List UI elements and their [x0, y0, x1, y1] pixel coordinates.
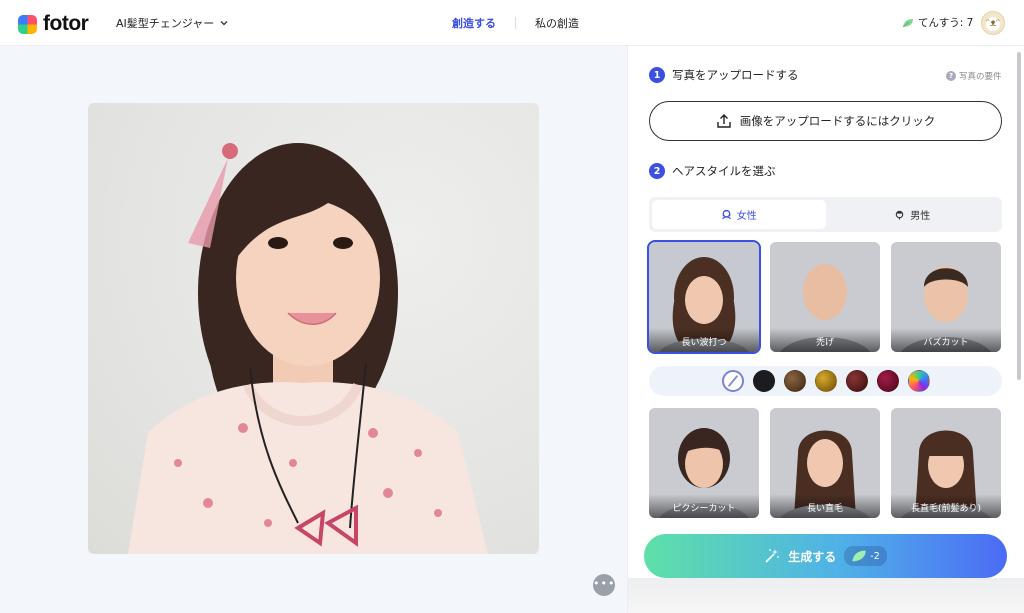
color-swatch-brown[interactable] — [783, 370, 806, 392]
hairstyle-label: 長直毛(前髪あり) — [891, 494, 1001, 518]
hairstyle-label: 禿げ — [770, 328, 880, 352]
leaf-icon — [902, 18, 913, 27]
color-swatch-rainbow[interactable] — [907, 370, 930, 392]
upload-button-label: 画像をアップロードするにはクリック — [739, 114, 936, 128]
gender-tabs: 女性 男性 — [649, 197, 1002, 232]
preview-canvas: ••• — [0, 46, 627, 613]
tool-menu-label: AI髪型チェンジャー — [116, 17, 215, 30]
step-hairstyle-heading: 2 ヘアスタイルを選ぶ — [649, 163, 776, 179]
generate-button-label: 生成する — [788, 549, 837, 564]
color-swatch-burgundy[interactable] — [876, 370, 899, 392]
hairstyle-label: 長い波打つ — [649, 328, 759, 352]
nav-divider — [515, 17, 516, 29]
upload-image-button[interactable]: 画像をアップロードするにはクリック — [649, 101, 1002, 141]
app-header: fotor AI髪型チェンジャー 創造する 私の創造 てんすう: 7 ᵔᴥᵔ — [0, 0, 1024, 46]
leaf-icon — [852, 550, 866, 562]
panel-bottom-fade — [628, 578, 1024, 613]
fotor-logo[interactable]: fotor — [18, 12, 89, 36]
hair-color-selector — [649, 366, 1002, 396]
color-swatch-none[interactable] — [721, 370, 744, 392]
generate-button[interactable]: 生成する -2 — [644, 534, 1007, 578]
chevron-down-icon — [220, 21, 228, 26]
photo-requirements-link[interactable]: ? 写真の要件 — [946, 70, 1002, 82]
step-upload-heading: 1 写真をアップロードする — [649, 67, 799, 83]
hairstyle-card-bald[interactable]: 禿げ — [770, 242, 880, 352]
hairstyle-card-long-straight-bangs[interactable]: 長直毛(前髪あり) — [891, 408, 1001, 518]
more-options-button[interactable]: ••• — [593, 574, 615, 596]
user-avatar[interactable]: ᵔᴥᵔ — [981, 11, 1005, 35]
color-swatch-dark-red[interactable] — [845, 370, 868, 392]
female-icon — [722, 209, 731, 220]
main-nav: 創造する 私の創造 — [452, 15, 579, 31]
hairstyle-label: 長い直毛 — [770, 494, 880, 518]
nav-create-tab[interactable]: 創造する — [452, 15, 496, 31]
photo-requirements-label: 写真の要件 — [959, 72, 1002, 82]
step-hairstyle-label: ヘアスタイルを選ぶ — [672, 164, 776, 178]
upload-icon — [717, 114, 731, 128]
avatar-face-icon: ᵔᴥᵔ — [985, 17, 1001, 29]
hairstyle-card-long-wavy[interactable]: 長い波打つ — [647, 240, 761, 354]
step-upload-label: 写真をアップロードする — [672, 68, 799, 82]
panel-scrollbar[interactable] — [1017, 52, 1021, 380]
tab-male[interactable]: 男性 — [826, 200, 1000, 229]
hairstyle-card-long-straight[interactable]: 長い直毛 — [770, 408, 880, 518]
uploaded-photo — [88, 103, 539, 554]
magic-wand-icon — [765, 549, 780, 563]
color-swatch-gold[interactable] — [814, 370, 837, 392]
question-icon: ? — [946, 71, 956, 81]
generate-cost-value: -2 — [870, 550, 880, 562]
tab-female-label: 女性 — [736, 211, 757, 222]
logo-text: fotor — [43, 12, 89, 35]
credits-display[interactable]: てんすう: 7 — [902, 15, 973, 30]
portrait-image — [128, 143, 488, 554]
hairstyle-card-buzz-cut[interactable]: バズカット — [891, 242, 1001, 352]
tab-female[interactable]: 女性 — [652, 200, 826, 229]
hairstyle-label: ピクシーカット — [649, 494, 759, 518]
color-swatch-black[interactable] — [752, 370, 775, 392]
hairstyle-card-pixie-cut[interactable]: ピクシーカット — [649, 408, 759, 518]
hairstyle-label: バズカット — [891, 328, 1001, 352]
credits-label: てんすう: 7 — [918, 17, 974, 29]
generate-cost-badge: -2 — [844, 546, 887, 566]
step-number-badge: 1 — [649, 67, 665, 83]
fotor-logo-icon — [18, 14, 37, 34]
nav-my-creations-tab[interactable]: 私の創造 — [535, 15, 579, 31]
male-icon — [895, 210, 904, 220]
tab-male-label: 男性 — [910, 211, 931, 222]
tool-menu-dropdown[interactable]: AI髪型チェンジャー — [116, 15, 229, 31]
step-number-badge: 2 — [649, 163, 665, 179]
